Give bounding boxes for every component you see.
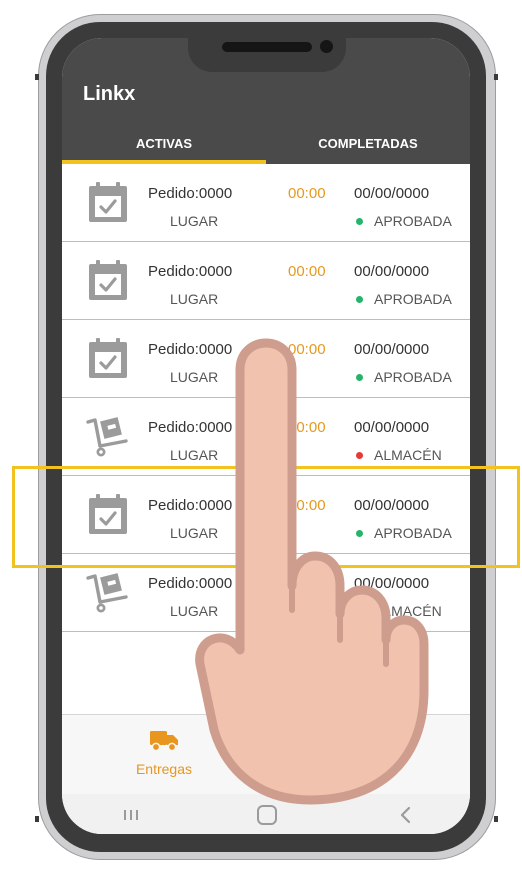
status-badge: APROBADA (356, 369, 452, 385)
order-number: Pedido:0000 (148, 419, 233, 436)
bottom-navigation: Entregas Perfil (62, 714, 470, 795)
status-badge: APROBADA (356, 213, 452, 229)
status-text: APROBADA (374, 369, 452, 385)
date-label: 00/00/0000 (354, 575, 430, 592)
date-label: 00/00/0000 (354, 341, 430, 358)
status-badge: ALMACÉN (356, 447, 442, 463)
status-text: APROBADA (374, 213, 452, 229)
calendar-check-icon (86, 338, 130, 380)
phone-speaker (222, 42, 312, 52)
time-label: 00:00 (288, 419, 326, 436)
list-item[interactable]: Pedido:0000 LUGAR 00:00 00/00/0000 APROBADA (62, 320, 470, 398)
tab-completadas[interactable]: COMPLETADAS (266, 136, 470, 158)
nav-item-entregas[interactable]: Entregas (62, 715, 266, 795)
status-dot (356, 217, 363, 225)
phone-side-button (494, 816, 498, 822)
list-item[interactable]: Pedido:0000 LUGAR 00:00 00/00/0000 APROBADA (62, 164, 470, 242)
phone-side-button (494, 74, 498, 80)
tap-highlight-frame (12, 466, 520, 568)
app-title: Linkx (83, 83, 136, 105)
tab-activas[interactable]: ACTIVAS (62, 136, 266, 158)
list-item[interactable]: Pedido:0000 LUGAR 00:00 00/00/0000 APROBADA (62, 242, 470, 320)
date-label: 00/00/0000 (354, 263, 430, 280)
status-text: ALMACÉN (374, 447, 442, 463)
recent-apps-icon[interactable] (122, 808, 140, 822)
place-label: LUGAR (170, 369, 219, 385)
status-text: ALMACÉN (374, 603, 442, 619)
date-label: 00/00/0000 (354, 419, 430, 436)
hand-truck-icon (86, 416, 130, 458)
home-icon[interactable] (256, 804, 278, 826)
user-icon (358, 732, 378, 752)
phone-side-button (35, 74, 39, 80)
list-item[interactable]: Pedido:0000 LUGAR 00:00 00/00/0000 ALMACÉN (62, 398, 470, 476)
order-number: Pedido:0000 (148, 263, 233, 280)
back-icon[interactable] (398, 806, 412, 824)
calendar-check-icon (86, 182, 130, 224)
phone-camera (320, 40, 333, 53)
nav-label-entregas: Entregas (135, 761, 193, 777)
date-label: 00/00/0000 (354, 185, 430, 202)
order-number: Pedido:0000 (148, 341, 233, 358)
time-label: 00:00 (288, 185, 326, 202)
status-text: APROBADA (374, 291, 452, 307)
nav-label-perfil: Perfil (352, 761, 384, 777)
place-label: LUGAR (170, 603, 219, 619)
time-label: 00:00 (288, 263, 326, 280)
system-navigation-bar (62, 794, 470, 834)
place-label: LUGAR (170, 447, 219, 463)
status-dot (356, 451, 363, 459)
nav-item-perfil[interactable]: Perfil (266, 715, 470, 795)
truck-icon (150, 731, 178, 752)
time-label: 00:00 (288, 575, 326, 592)
status-dot (356, 373, 363, 381)
status-badge: ALMACÉN (356, 603, 442, 619)
time-label: 00:00 (288, 341, 326, 358)
place-label: LUGAR (170, 213, 219, 229)
hand-truck-icon (86, 572, 130, 614)
place-label: LUGAR (170, 291, 219, 307)
status-dot (356, 295, 363, 303)
calendar-check-icon (86, 260, 130, 302)
status-badge: APROBADA (356, 291, 452, 307)
order-number: Pedido:0000 (148, 575, 233, 592)
phone-screen: Linkx ACTIVAS COMPLETADAS Pedido:0000 LUG… (62, 38, 470, 834)
order-number: Pedido:0000 (148, 185, 233, 202)
phone-side-button (35, 816, 39, 822)
status-dot (356, 607, 363, 615)
